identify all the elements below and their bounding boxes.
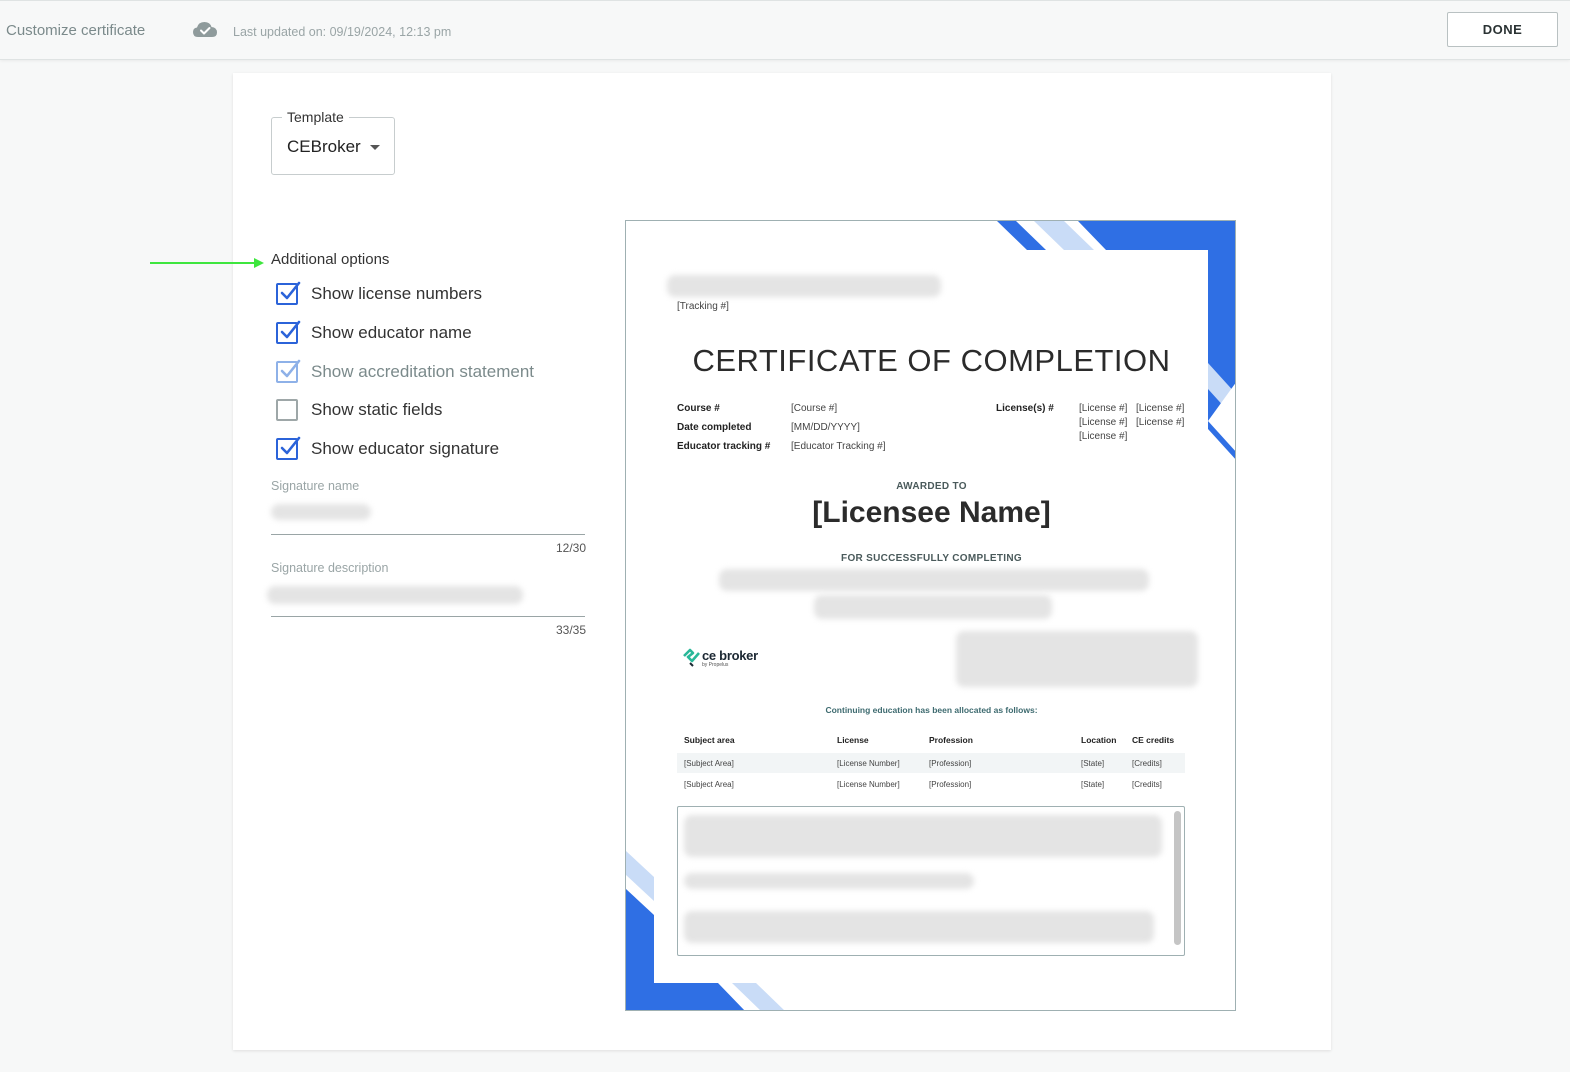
additional-options-title: Additional options (271, 251, 390, 268)
template-value: CEBroker (287, 137, 361, 156)
redacted-text (267, 586, 523, 604)
page-title: Customize certificate (6, 22, 146, 39)
last-updated-text: Last updated on: 09/19/2024, 12:13 pm (233, 25, 452, 39)
redacted-text (684, 873, 974, 889)
signature-description-label: Signature description (271, 561, 389, 575)
table-row: [Subject Area] [License Number] [Profess… (677, 753, 1185, 773)
option-label: Show accreditation statement (311, 362, 535, 381)
template-select[interactable]: Template CEBroker (271, 109, 395, 175)
checkbox-checked-icon[interactable] (276, 436, 301, 460)
license-value: [License #] (1079, 417, 1128, 428)
checkbox-checked-disabled-icon (276, 359, 301, 383)
ce-broker-logo: ce broker by Propelus (683, 647, 763, 671)
redacted-text (271, 504, 371, 520)
checkbox-checked-icon[interactable] (276, 281, 301, 305)
educator-tracking-value: [Educator Tracking #] (791, 441, 886, 452)
redacted-text (684, 815, 1162, 857)
table-header: License (837, 735, 869, 745)
license-value: [License #] (1079, 403, 1128, 414)
signature-description-counter: 33/35 (556, 623, 587, 637)
table-row: [Subject Area] [License Number] [Profess… (684, 780, 1162, 789)
table-header: Subject area (684, 735, 735, 745)
option-show-license-numbers[interactable]: Show license numbers (276, 281, 483, 306)
option-label: Show educator signature (311, 439, 500, 458)
awarded-to-label: AWARDED TO (896, 481, 967, 492)
done-button[interactable]: DONE (1447, 12, 1558, 47)
license-value: [License #] (1136, 403, 1185, 414)
course-key: Course # (677, 403, 720, 414)
license-key: License(s) # (996, 403, 1054, 414)
table-header: CE credits (1132, 735, 1175, 745)
cloud-check-icon (193, 22, 217, 37)
template-label: Template (282, 109, 349, 125)
redacted-text (667, 275, 941, 297)
certificate-preview: [Tracking #] CERTIFICATE OF COMPLETION C… (625, 220, 1236, 1011)
licensee-name: [Licensee Name] (812, 496, 1051, 529)
option-label: Show educator name (311, 323, 472, 342)
date-key: Date completed (677, 422, 752, 433)
caret-down-icon (370, 145, 380, 150)
certificate-title: CERTIFICATE OF COMPLETION (692, 343, 1171, 378)
for-completing-label: FOR SUCCESSFULLY COMPLETING (841, 553, 1022, 564)
option-show-static-fields[interactable]: Show static fields (276, 398, 442, 422)
redacted-text (684, 911, 1154, 943)
option-show-educator-signature[interactable]: Show educator signature (276, 436, 500, 461)
accreditation-statement-box[interactable] (677, 806, 1185, 956)
annotation-arrow-line (150, 262, 256, 264)
allocation-note: Continuing education has been allocated … (825, 705, 1038, 715)
signature-name-counter: 12/30 (556, 541, 587, 555)
educator-tracking-key: Educator tracking # (677, 441, 771, 452)
table-header: Profession (929, 735, 973, 745)
annotation-arrow-icon (254, 258, 264, 268)
table-header: Location (1081, 735, 1117, 745)
date-value: [MM/DD/YYYY] (791, 422, 860, 433)
option-show-accreditation-statement: Show accreditation statement (276, 359, 535, 384)
option-show-educator-name[interactable]: Show educator name (276, 320, 472, 345)
top-bar: Customize certificate Last updated on: 0… (0, 0, 1570, 60)
redacted-signature (956, 631, 1198, 687)
signature-name-input[interactable] (271, 504, 585, 535)
ce-broker-logo-icon (683, 648, 700, 667)
license-value: [License #] (1079, 431, 1128, 442)
option-label: Show static fields (311, 400, 443, 419)
signature-description-input[interactable] (267, 586, 585, 617)
checkbox-checked-icon[interactable] (276, 320, 301, 344)
signature-name-label: Signature name (271, 479, 360, 493)
redacted-text (814, 595, 1052, 619)
license-value: [License #] (1136, 417, 1185, 428)
redacted-text (719, 569, 1149, 591)
tracking-number: [Tracking #] (677, 301, 729, 312)
option-label: Show license numbers (311, 284, 483, 303)
scrollbar[interactable] (1174, 811, 1181, 945)
course-value: [Course #] (791, 403, 838, 414)
checkbox-unchecked-icon[interactable] (276, 399, 298, 421)
